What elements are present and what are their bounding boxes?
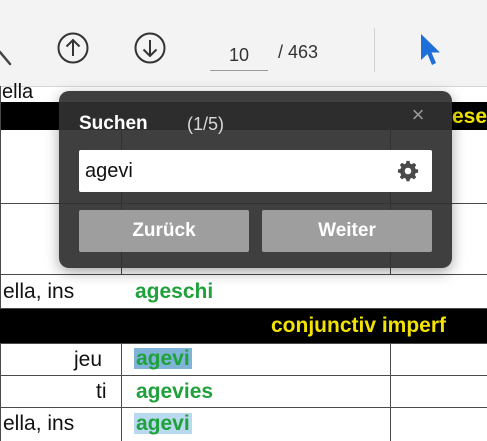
close-icon[interactable]: × — [408, 104, 428, 126]
pdf-toolbar: / 463 — [0, 0, 487, 87]
page-number-input[interactable] — [210, 40, 268, 71]
row-pronoun: ella, ins — [3, 412, 75, 435]
search-field[interactable] — [79, 150, 432, 192]
search-title: Suchen — [79, 113, 148, 134]
page-total-label: / 463 — [278, 42, 319, 62]
row-verb: ageschi — [135, 280, 214, 303]
search-match-active: agevi — [134, 347, 192, 370]
search-result-count: (1/5) — [187, 114, 225, 134]
search-icon[interactable] — [0, 44, 22, 74]
cursor-arrow-icon[interactable] — [418, 32, 444, 68]
row-pronoun: ti — [96, 380, 107, 403]
section-heading-text: ese — [452, 105, 487, 128]
row-pronoun: ella — [2, 81, 34, 103]
arrow-up-circle-icon — [57, 32, 89, 64]
row-pronoun: jeu — [74, 348, 103, 371]
previous-page-button[interactable] — [56, 31, 90, 65]
search-match: agevi — [134, 412, 192, 435]
gear-icon[interactable] — [397, 160, 419, 182]
toolbar-separator — [374, 28, 375, 72]
row-pronoun: ella, ins — [3, 280, 75, 303]
arrow-down-circle-icon — [134, 32, 166, 64]
next-page-button[interactable] — [133, 31, 167, 65]
search-next-button[interactable]: Weiter — [262, 210, 432, 252]
section-heading-text: conjunctiv imperf — [271, 314, 447, 337]
search-input[interactable] — [85, 156, 385, 186]
row-verb: agevies — [136, 380, 214, 403]
search-back-button[interactable]: Zurück — [79, 210, 249, 252]
search-popover: Suchen (1/5) × Zurück Weiter — [59, 91, 452, 268]
